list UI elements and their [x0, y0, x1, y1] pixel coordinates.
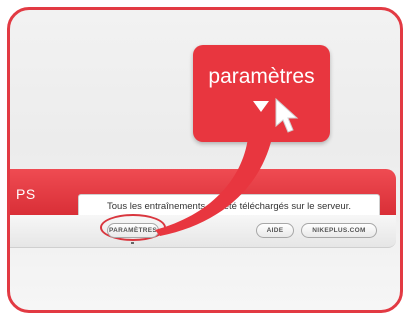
callout-tail — [155, 138, 272, 236]
callout-pointer — [155, 97, 299, 236]
tutorial-frame: PS Tous les entraînements ont été téléch… — [7, 7, 403, 313]
mouse-cursor-icon — [275, 97, 299, 133]
